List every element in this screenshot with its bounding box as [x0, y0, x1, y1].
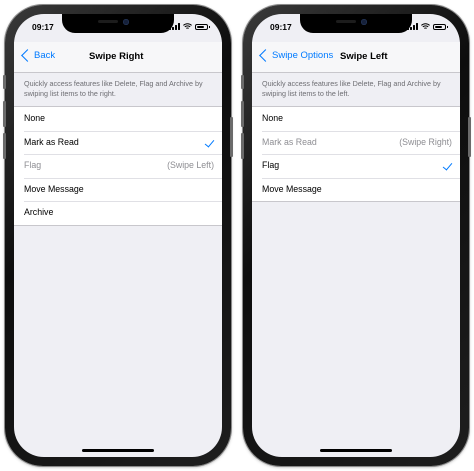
list-item-archive[interactable]: Archive	[14, 201, 222, 225]
volume-up-button	[3, 101, 6, 127]
volume-down-button	[241, 133, 244, 159]
phone-left: 09:17 Back Swipe Right Quickly access fe…	[3, 5, 233, 466]
chevron-left-icon	[259, 49, 272, 62]
signal-icon	[169, 23, 180, 30]
back-button[interactable]: Back	[20, 49, 56, 62]
list-item-label: Mark as Read	[24, 136, 79, 147]
screen-swipe-left: 09:17 Swipe Options Swipe Left Quickly a…	[252, 14, 460, 457]
back-button[interactable]: Swipe Options	[258, 49, 334, 62]
list-item-label: Archive	[24, 207, 54, 217]
list-item-mark-as-read[interactable]: Mark as Read	[14, 130, 222, 155]
volume-down-button	[3, 133, 6, 159]
options-list: None Mark as Read Flag (Swipe Left) Move…	[14, 106, 222, 226]
home-indicator[interactable]	[320, 449, 392, 452]
navigation-bar: Back Swipe Right	[14, 42, 222, 73]
list-item-none[interactable]: None	[14, 107, 222, 131]
status-bar: 09:17	[252, 14, 460, 36]
list-item-label: Flag	[262, 160, 280, 170]
list-item-none[interactable]: None	[252, 107, 460, 131]
screen-swipe-right: 09:17 Back Swipe Right Quickly access fe…	[14, 14, 222, 457]
status-icons	[407, 23, 448, 30]
navigation-bar: Swipe Options Swipe Left	[252, 42, 460, 73]
list-item-detail: (Swipe Left)	[167, 160, 214, 170]
wifi-icon	[421, 23, 430, 29]
mute-switch	[241, 75, 244, 89]
status-time: 09:17	[270, 22, 292, 32]
list-item-label: Flag	[24, 160, 42, 170]
list-item-flag: Flag (Swipe Left)	[14, 154, 222, 178]
status-time: 09:17	[32, 22, 54, 32]
list-item-label: None	[262, 113, 284, 123]
wifi-icon	[183, 23, 192, 29]
list-item-label: None	[24, 113, 46, 123]
checkmark-icon	[204, 136, 215, 148]
chevron-left-icon	[21, 49, 34, 62]
list-item-label: Mark as Read	[262, 136, 317, 147]
list-item-label: Move Message	[24, 183, 84, 194]
list-item-flag[interactable]: Flag	[252, 154, 460, 178]
home-indicator[interactable]	[82, 449, 154, 452]
status-bar: 09:17	[14, 14, 222, 36]
status-icons	[169, 23, 210, 30]
volume-up-button	[241, 101, 244, 127]
power-button	[230, 117, 233, 157]
back-button-label: Back	[34, 50, 56, 61]
list-item-label: Move Message	[262, 183, 322, 194]
page-title: Swipe Left	[340, 51, 388, 62]
back-button-label: Swipe Options	[272, 50, 334, 61]
options-list: None Mark as Read (Swipe Right) Flag Mov…	[252, 106, 460, 202]
list-item-mark-as-read: Mark as Read (Swipe Right)	[252, 130, 460, 155]
signal-icon	[407, 23, 418, 30]
phone-right: 09:17 Swipe Options Swipe Left Quickly a…	[241, 5, 471, 466]
page-title: Swipe Right	[89, 51, 144, 62]
battery-icon	[195, 23, 210, 30]
list-item-move-message[interactable]: Move Message	[14, 177, 222, 202]
section-description: Quickly access features like Delete, Fla…	[24, 79, 203, 98]
section-description: Quickly access features like Delete, Fla…	[262, 79, 441, 98]
battery-icon	[433, 23, 448, 30]
checkmark-icon	[442, 160, 453, 171]
list-item-detail: (Swipe Right)	[399, 136, 452, 147]
mute-switch	[3, 75, 6, 89]
list-item-move-message[interactable]: Move Message	[252, 177, 460, 202]
power-button	[468, 117, 471, 157]
